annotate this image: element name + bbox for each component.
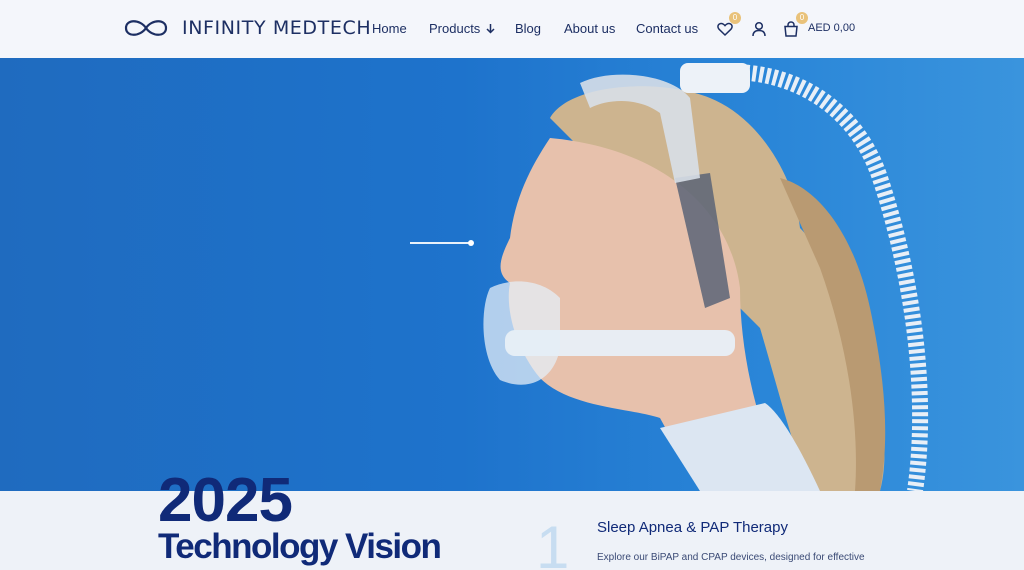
cart-count-badge: 0 [796,12,808,24]
section-heading: Technology Vision [158,527,442,566]
service-title[interactable]: Sleep Apnea & PAP Therapy [597,519,788,536]
nav-contact-us[interactable]: Contact us [636,21,698,36]
hero-banner [0,58,1024,491]
service-description: Explore our BiPAP and CPAP devices, desi… [597,552,865,563]
service-number: 1 [536,514,570,570]
technology-section [0,491,1024,570]
nav-products[interactable]: Products [429,21,495,36]
arrow-down-icon [486,24,495,34]
brand-logo[interactable]: INFINITY MEDTECH [120,16,371,40]
nav-about-us[interactable]: About us [564,21,615,36]
nav-products-label: Products [429,21,481,36]
user-icon[interactable] [750,20,768,38]
site-header: INFINITY MEDTECH Home Products Blog Abou… [0,0,1024,58]
nav-home[interactable]: Home [372,21,407,36]
hero-image-woman-with-cpap-mask [483,63,929,491]
nav-blog[interactable]: Blog [515,21,541,36]
infinity-icon [124,20,168,36]
wishlist-count-badge: 0 [729,12,741,24]
brand-name: INFINITY MEDTECH [182,17,372,39]
header-actions: 0 0 AED 0,00 [716,12,876,42]
section-year: 2025 [158,466,293,535]
cart-total[interactable]: AED 0,00 [808,22,855,34]
